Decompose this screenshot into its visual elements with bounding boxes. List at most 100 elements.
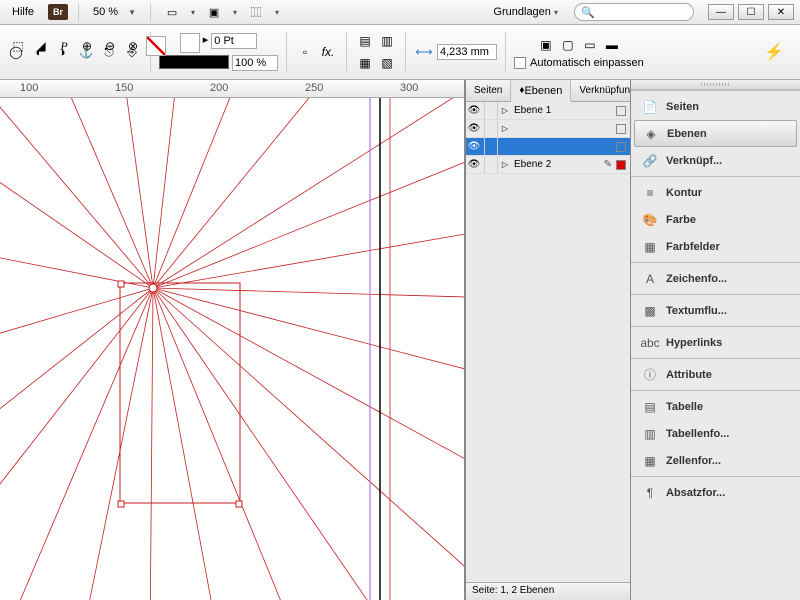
layer-row[interactable]: 👁 ▷Ebene 1 xyxy=(466,102,630,120)
align-icon[interactable]: ▧ xyxy=(377,53,397,73)
effects-icon[interactable]: ▫ xyxy=(295,42,315,62)
panel-label: Tabelle xyxy=(666,401,703,413)
panel-item-kontur[interactable]: ≡Kontur xyxy=(634,179,797,206)
quick-apply-icon[interactable]: ⚡ xyxy=(764,42,794,62)
visibility-icon[interactable]: 👁 xyxy=(466,159,482,170)
close-button[interactable]: ✕ xyxy=(768,4,794,20)
panel-icon: ▥ xyxy=(642,426,658,442)
panel-item-attribute[interactable]: ⓘ Attribute xyxy=(634,361,797,388)
workspace-dropdown[interactable]: Grundlagen ▾ xyxy=(485,6,566,18)
measure-icon[interactable]: ⟷ xyxy=(414,42,434,62)
search-input[interactable]: 🔍 xyxy=(574,3,694,21)
panel-label: Farbfelder xyxy=(666,241,720,253)
panel-icon: ▦ xyxy=(642,239,658,255)
panel-label: Farbe xyxy=(666,214,696,226)
panel-icon: A xyxy=(642,271,658,287)
canvas-area[interactable]: 100 150 200 250 300 xyxy=(0,80,465,600)
align-icon[interactable]: ▤ xyxy=(355,31,375,51)
align-icon[interactable]: ▦ xyxy=(355,53,375,73)
visibility-icon[interactable]: 👁 xyxy=(466,105,482,116)
panel-icon: ◈ xyxy=(643,126,659,142)
panel-item-hyperlinks[interactable]: abc Hyperlinks xyxy=(634,329,797,356)
fill-swatch[interactable] xyxy=(180,33,200,53)
panel-icon: 📄 xyxy=(642,99,658,115)
view-options-icon[interactable]: ▭ xyxy=(161,2,183,22)
selection-indicator xyxy=(616,142,626,152)
fit-icon[interactable]: ▣ xyxy=(536,35,556,55)
panel-item-ebenen[interactable]: ◈ Ebenen xyxy=(634,120,797,147)
align-icon[interactable]: ▥ xyxy=(377,31,397,51)
tab-layers[interactable]: ♦ Ebenen xyxy=(511,80,571,102)
panel-label: Verknüpf... xyxy=(666,155,722,167)
panel-label: Seiten xyxy=(666,101,699,113)
right-dock: 📄 Seiten ◈ Ebenen 🔗 Verknüpf... ≡Kontur 🎨 Farbe ▦… xyxy=(630,80,800,600)
panel-label: Absatzfor... xyxy=(666,487,725,499)
panel-icon: abc xyxy=(642,335,658,351)
stroke-weight-input[interactable]: 0 Pt xyxy=(211,33,257,49)
layer-name: Ebene 1 xyxy=(512,105,614,116)
collapse-grip[interactable] xyxy=(631,80,800,90)
lock-cell[interactable] xyxy=(484,102,498,119)
pen-icon: ✎ xyxy=(604,159,612,170)
visibility-icon[interactable]: 👁 xyxy=(466,141,482,152)
panel-item-seiten[interactable]: 📄 Seiten xyxy=(634,93,797,120)
lock-cell[interactable] xyxy=(484,138,498,155)
layer-status: Seite: 1, 2 Ebenen xyxy=(466,582,630,600)
panel-item-absatzfor[interactable]: ¶ Absatzfor... xyxy=(634,479,797,506)
panel-item-zeichenfo[interactable]: A Zeichenfo... xyxy=(634,265,797,292)
stroke-swatch[interactable] xyxy=(159,55,229,69)
panel-item-zellenfor[interactable]: ▦ Zellenfor... xyxy=(634,447,797,474)
minimize-button[interactable]: — xyxy=(708,4,734,20)
tab-pages[interactable]: Seiten xyxy=(466,80,511,101)
panel-icon: ▤ xyxy=(642,399,658,415)
width-input[interactable]: 4,233 mm xyxy=(437,44,497,60)
zoom-dropdown[interactable]: 50 %▼ xyxy=(89,6,140,18)
panel-item-tabellenfo[interactable]: ▥ Tabellenfo... xyxy=(634,420,797,447)
panel-icon: ⓘ xyxy=(642,367,658,383)
panel-label: Hyperlinks xyxy=(666,337,722,349)
panel-icon: 🎨 xyxy=(642,212,658,228)
color-swatch xyxy=(616,160,626,170)
disclosure-icon[interactable]: ▷ xyxy=(500,124,510,133)
ruler-horizontal: 100 150 200 250 300 xyxy=(0,80,464,98)
layer-row[interactable]: 👁▷ xyxy=(466,120,630,138)
panel-label: Attribute xyxy=(666,369,712,381)
arrange-icon[interactable]: ⿲ xyxy=(245,2,267,22)
fx-icon[interactable]: fx. xyxy=(318,42,338,62)
layer-row[interactable]: 👁 xyxy=(466,138,630,156)
autofit-checkbox[interactable] xyxy=(514,57,526,69)
lock-cell[interactable] xyxy=(484,120,498,137)
panel-item-farbe[interactable]: 🎨 Farbe xyxy=(634,206,797,233)
menu-help[interactable]: Hilfe xyxy=(6,4,40,20)
panel-label: Tabellenfo... xyxy=(666,428,729,440)
panel-icon: ≡ xyxy=(642,185,658,201)
bridge-button[interactable]: Br xyxy=(48,4,68,20)
panel-label: Zellenfor... xyxy=(666,455,721,467)
panel-icon: 🔗 xyxy=(642,153,658,169)
panel-item-farbfelder[interactable]: ▦ Farbfelder xyxy=(634,233,797,260)
document-canvas[interactable] xyxy=(0,98,464,600)
panel-label: Zeichenfo... xyxy=(666,273,727,285)
maximize-button[interactable]: ☐ xyxy=(738,4,764,20)
panel-icon: ¶ xyxy=(642,485,658,501)
menubar: Hilfe Br 50 %▼ ▭▾ ▣▾ ⿲▾ Grundlagen ▾ 🔍 —… xyxy=(0,0,800,25)
panel-item-tabelle[interactable]: ▤ Tabelle xyxy=(634,393,797,420)
none-swatch[interactable] xyxy=(146,36,166,56)
panel-label: Textumflu... xyxy=(666,305,727,317)
lock-cell[interactable] xyxy=(484,156,498,173)
tool-icon[interactable]: ⊕ xyxy=(77,36,97,56)
visibility-icon[interactable]: 👁 xyxy=(466,123,482,134)
tool-icon[interactable]: ⬚ xyxy=(8,36,28,56)
disclosure-icon[interactable]: ▷ xyxy=(500,106,510,115)
screen-mode-icon[interactable]: ▣ xyxy=(203,2,225,22)
panel-item-verknpf[interactable]: 🔗 Verknüpf... xyxy=(634,147,797,174)
panel-item-textumflu[interactable]: ▩Textumflu... xyxy=(634,297,797,324)
layers-panel: Seiten ♦ Ebenen Verknüpfungen ▸▸ ▪≡ 👁▷Eb… xyxy=(465,80,630,600)
panel-icon: ▦ xyxy=(642,453,658,469)
options-bar: ◯◐◑ ⚓⎋⎆ ▸0 Pt 100 % ▫fx. ▤▥ ▦▧ ⟷4,233 mm… xyxy=(0,25,800,80)
panel-label: Ebenen xyxy=(667,128,707,140)
layer-row[interactable]: 👁▷Ebene 2✎ xyxy=(466,156,630,174)
disclosure-icon[interactable]: ▷ xyxy=(500,160,510,169)
opacity-input[interactable]: 100 % xyxy=(232,55,278,71)
selection-indicator xyxy=(616,124,626,134)
